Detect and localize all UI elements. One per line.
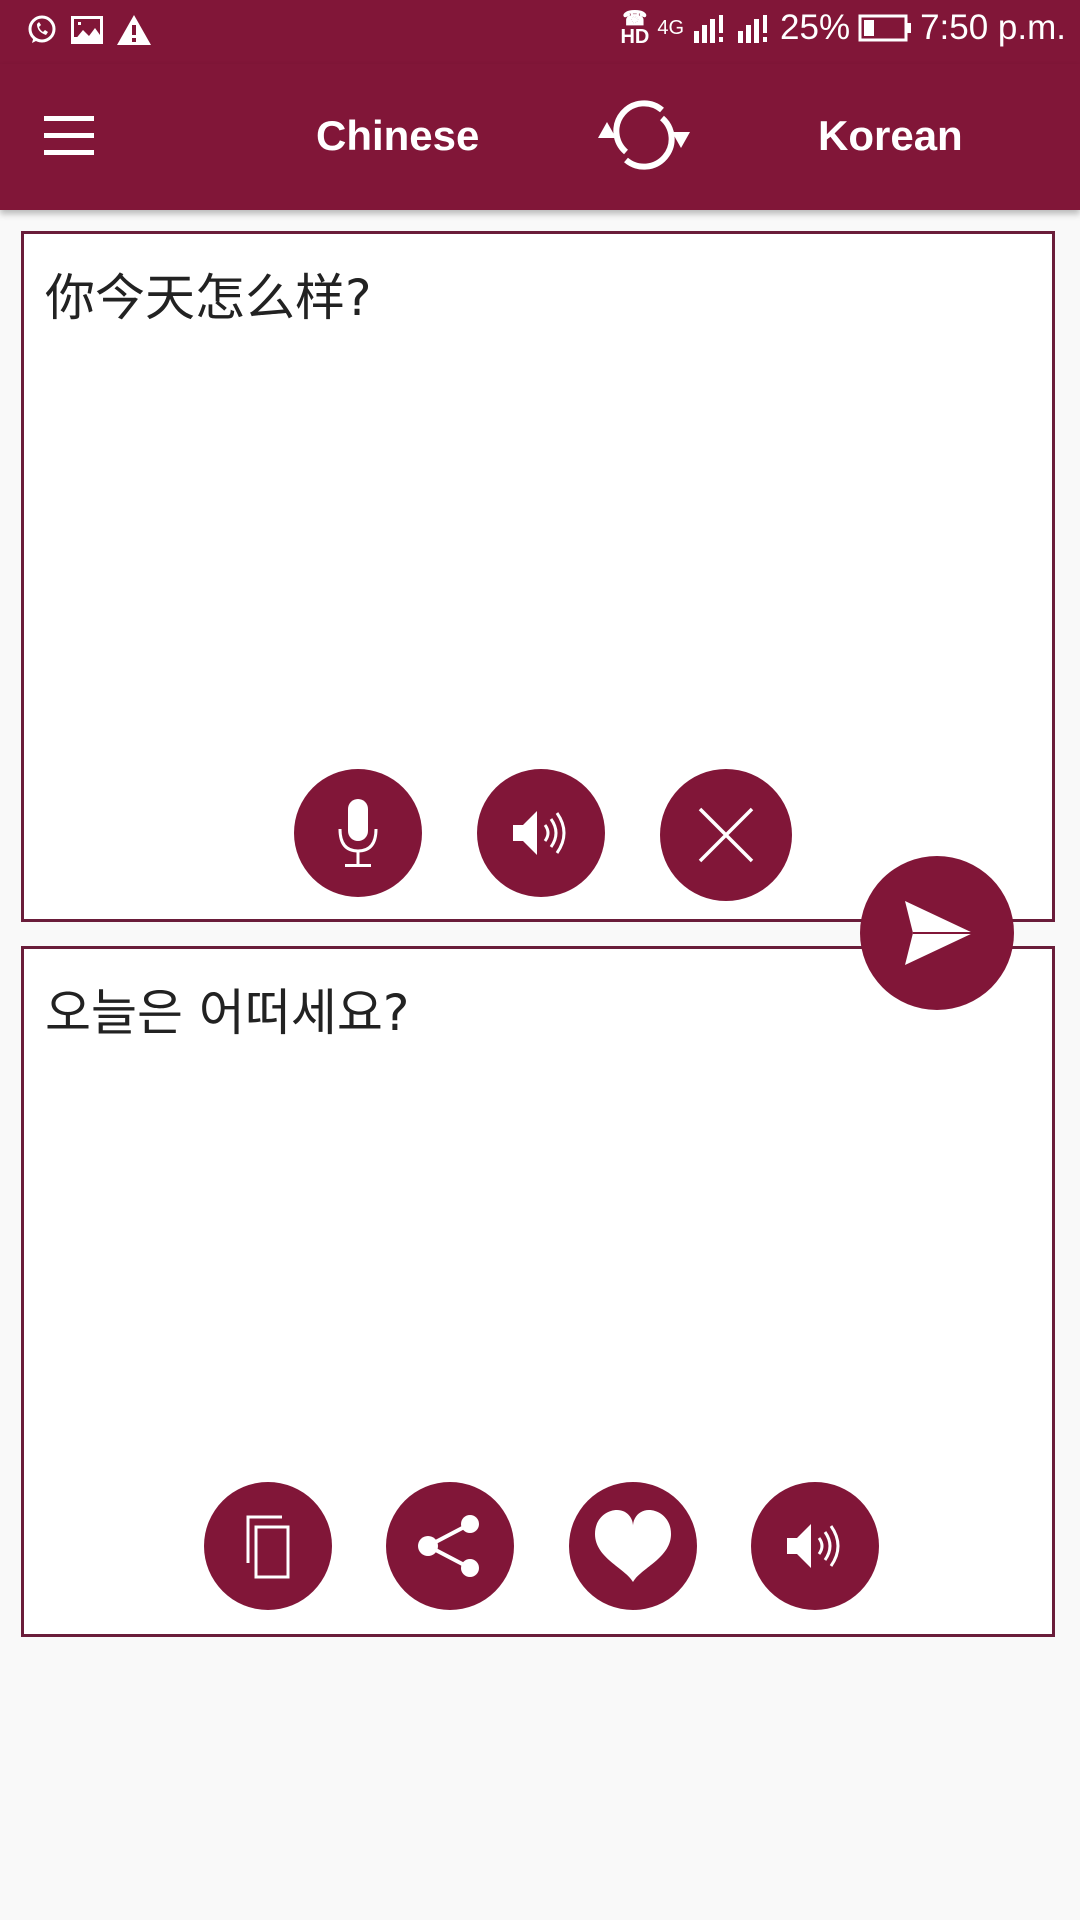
speaker-icon (513, 811, 566, 855)
speak-input-button[interactable] (477, 769, 605, 897)
battery-icon (858, 14, 912, 42)
input-panel[interactable]: 你今天怎么样? (21, 231, 1055, 922)
share-button[interactable] (386, 1482, 514, 1610)
close-icon (698, 807, 754, 863)
send-icon (905, 901, 973, 965)
speak-output-button[interactable] (751, 1482, 879, 1610)
source-language-selector[interactable]: Chinese (316, 112, 479, 160)
whatsapp-icon (28, 15, 56, 43)
clock: 7:50 p.m. (920, 8, 1066, 47)
hamburger-icon[interactable] (44, 116, 98, 156)
notification-icons (26, 14, 152, 46)
status-indicators: ☎ HD 4G 25% 7:50 p.m. (620, 8, 1066, 48)
output-text: 오늘은 어떠세요? (45, 984, 410, 1042)
speaker-icon (787, 1524, 840, 1568)
signal-icon-sim2 (738, 15, 768, 43)
output-panel: 오늘은 어떠세요? (21, 946, 1055, 1637)
battery-percent: 25% (780, 8, 851, 47)
copy-icon (246, 1515, 290, 1579)
image-icon (71, 16, 103, 44)
warning-icon (117, 15, 151, 45)
target-language-selector[interactable]: Korean (818, 112, 963, 160)
network-type: 4G (657, 16, 685, 39)
favorite-button[interactable] (569, 1482, 697, 1610)
translate-button[interactable] (860, 856, 1014, 1010)
clear-button[interactable] (660, 769, 792, 901)
microphone-icon (338, 799, 378, 867)
app-bar: Chinese Korean (0, 64, 1080, 210)
status-bar: ☎ HD 4G 25% 7:50 p.m. (0, 0, 1080, 64)
heart-icon (595, 1510, 671, 1582)
microphone-button[interactable] (294, 769, 422, 897)
hd-voice-icon: ☎ HD (620, 8, 650, 48)
copy-button[interactable] (204, 1482, 332, 1610)
swap-icon[interactable] (596, 92, 692, 178)
input-text[interactable]: 你今天怎么样? (45, 258, 372, 330)
signal-icon-sim1 (694, 15, 724, 43)
share-icon (418, 1515, 479, 1577)
